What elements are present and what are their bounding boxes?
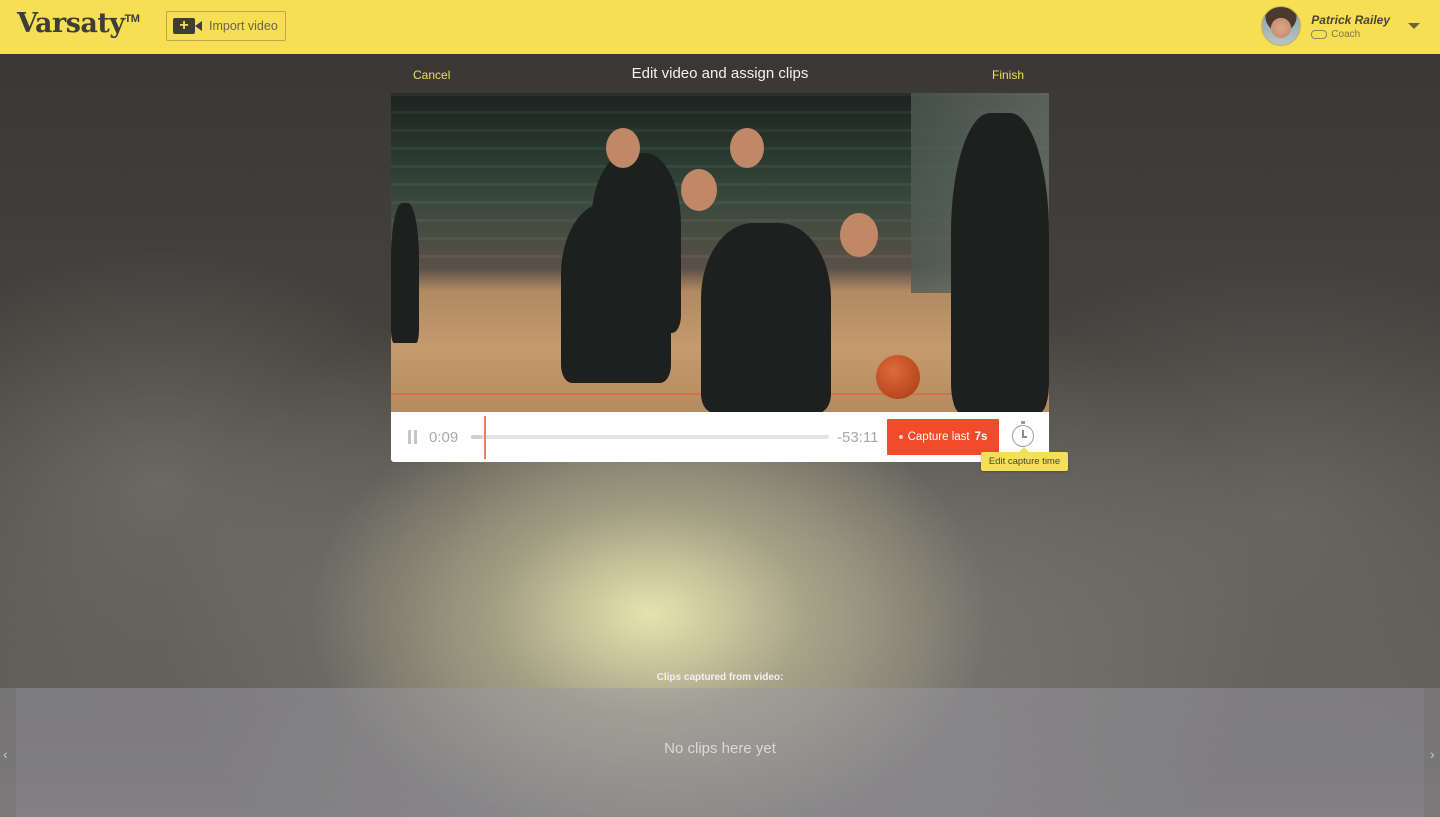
logo-trademark: TM xyxy=(124,13,140,25)
top-bar: VarsatyTM + Import video Patrick Railey … xyxy=(0,0,1440,54)
playhead[interactable] xyxy=(484,416,486,459)
user-name: Patrick Railey xyxy=(1311,12,1390,27)
capture-seconds: 7s xyxy=(974,431,988,443)
logo-text: Varsaty xyxy=(17,8,125,39)
logo[interactable]: VarsatyTM xyxy=(17,8,140,39)
capture-button[interactable]: Capture last 7s xyxy=(887,419,999,455)
scrubber-track[interactable] xyxy=(471,435,829,439)
clips-tray: No clips here yet xyxy=(0,688,1440,817)
video-camera-plus-icon: + xyxy=(173,17,203,35)
tooltip-edit-capture-time: Edit capture time xyxy=(981,447,1068,471)
user-role: Coach xyxy=(1311,29,1390,40)
stopwatch-icon[interactable] xyxy=(1012,425,1034,447)
chevron-right-icon[interactable]: › xyxy=(1430,746,1438,762)
user-info: Patrick Railey Coach xyxy=(1311,13,1390,40)
capture-label: Capture last xyxy=(907,431,970,443)
video-frame[interactable] xyxy=(391,93,1049,412)
user-menu[interactable]: Patrick Railey Coach xyxy=(1261,6,1420,46)
scrubber-progress xyxy=(471,435,482,439)
empty-clips-message: No clips here yet xyxy=(664,740,776,757)
chevron-down-icon[interactable] xyxy=(1408,23,1420,29)
time-elapsed: 0:09 xyxy=(429,429,459,446)
time-remaining: -53:11 xyxy=(837,429,879,446)
editor-header: Cancel Edit video and assign clips Finis… xyxy=(391,54,1049,93)
record-dot-icon xyxy=(898,435,903,439)
import-video-label: Import video xyxy=(209,19,278,33)
player-controls: 0:09 -53:11 Capture last 7s xyxy=(391,412,1049,462)
clips-label: Clips captured from video: xyxy=(656,672,784,683)
finish-link[interactable]: Finish xyxy=(992,68,1024,82)
import-video-button[interactable]: + Import video xyxy=(166,11,286,41)
page-title: Edit video and assign clips xyxy=(631,65,809,82)
user-role-label: Coach xyxy=(1331,28,1361,40)
pause-icon[interactable] xyxy=(407,430,419,444)
avatar[interactable] xyxy=(1261,6,1302,46)
chevron-left-icon[interactable]: ‹ xyxy=(3,746,11,762)
whistle-icon xyxy=(1311,29,1328,39)
